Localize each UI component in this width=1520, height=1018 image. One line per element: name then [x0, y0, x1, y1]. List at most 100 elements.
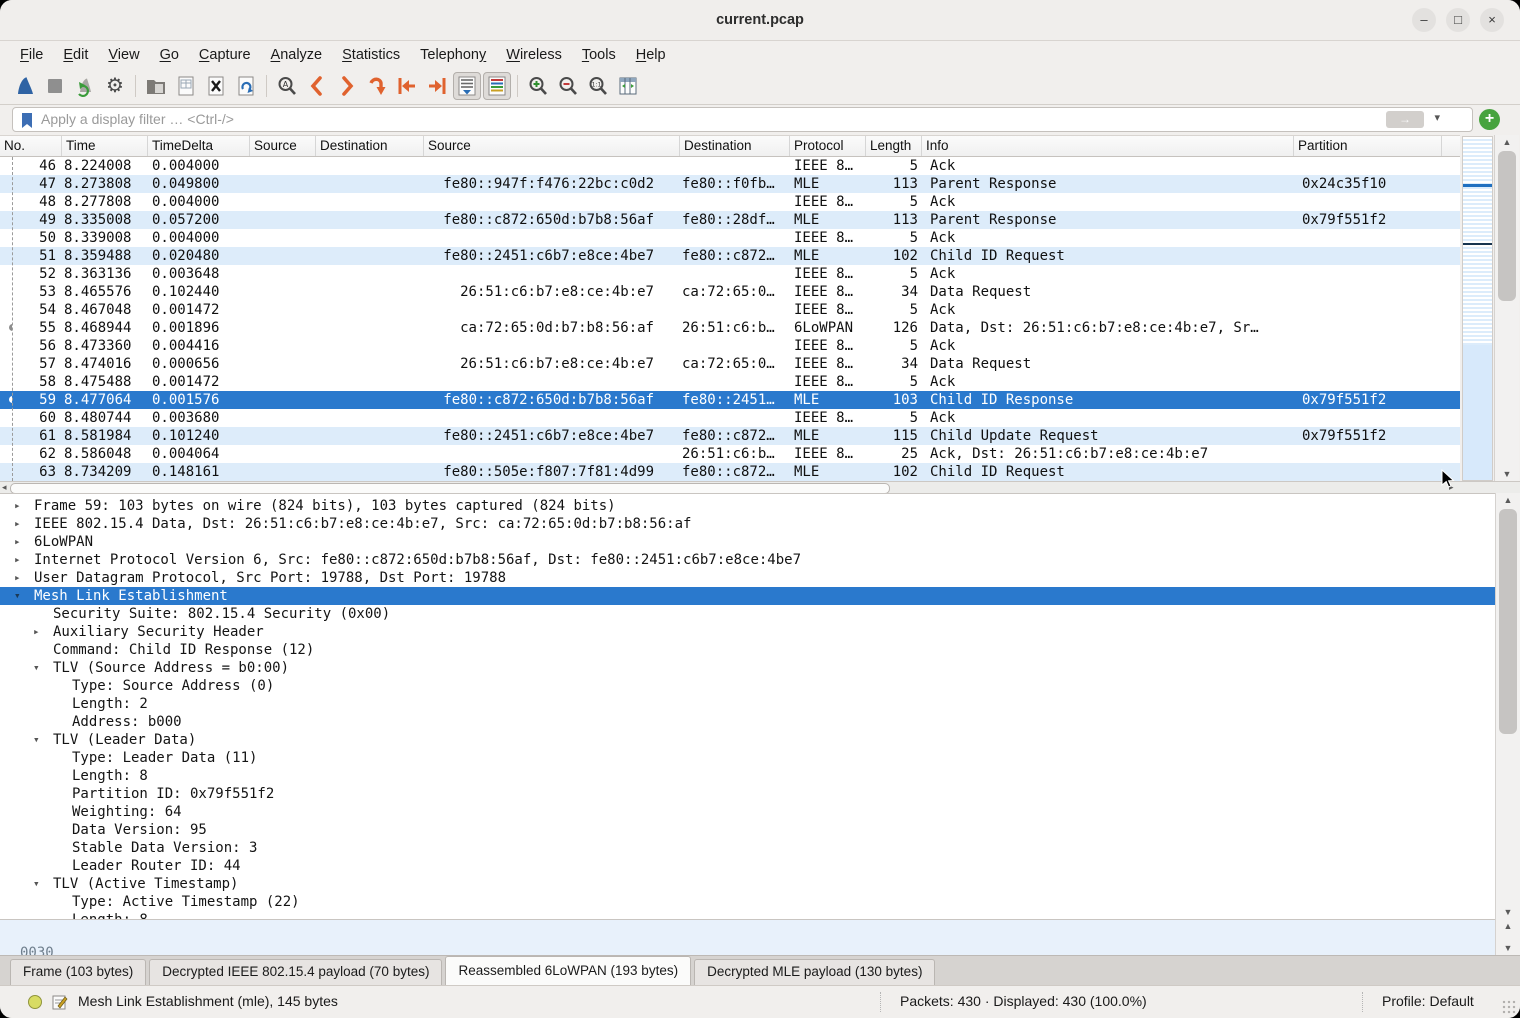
resize-grip[interactable]: [1502, 1000, 1516, 1014]
auto-scroll-icon[interactable]: [453, 72, 481, 100]
column-header-partition[interactable]: Partition: [1294, 136, 1442, 156]
column-header-timedelta[interactable]: TimeDelta: [148, 136, 250, 156]
zoom-in-icon[interactable]: [524, 72, 552, 100]
hex-scrollbar[interactable]: ▲ ▼: [1495, 919, 1520, 955]
expander-open-icon[interactable]: ▾: [33, 659, 40, 677]
menu-help[interactable]: Help: [626, 47, 676, 63]
detail-line[interactable]: Command: Child ID Response (12): [0, 641, 1495, 659]
scrollbar-thumb[interactable]: [1499, 509, 1517, 734]
details-scrollbar[interactable]: ▲ ▼: [1495, 493, 1520, 919]
detail-line[interactable]: Security Suite: 802.15.4 Security (0x00): [0, 605, 1495, 623]
detail-line[interactable]: ▸Auxiliary Security Header: [0, 623, 1495, 641]
packet-row-53[interactable]: 538.4655760.10244026:51:c6:b7:e8:ce:4b:e…: [0, 283, 1460, 301]
detail-line[interactable]: ▸User Datagram Protocol, Src Port: 19788…: [0, 569, 1495, 587]
packet-row-51[interactable]: 518.3594880.020480fe80::2451:c6b7:e8ce:4…: [0, 247, 1460, 265]
byte-view-tab-1[interactable]: Decrypted IEEE 802.15.4 payload (70 byte…: [149, 959, 442, 985]
stop-capture-icon[interactable]: [41, 72, 69, 100]
restart-capture-icon[interactable]: [71, 72, 99, 100]
packet-list-hscrollbar[interactable]: ◂ ▸: [0, 481, 1520, 493]
apply-filter-button[interactable]: →: [1386, 111, 1424, 128]
packet-row-60[interactable]: 608.4807440.003680IEEE 8…5Ack: [0, 409, 1460, 427]
status-profile[interactable]: Profile: Default: [1382, 986, 1474, 1017]
go-forward-icon[interactable]: [333, 72, 361, 100]
expander-open-icon[interactable]: ▾: [33, 875, 40, 893]
expander-closed-icon[interactable]: ▸: [14, 497, 21, 515]
expander-open-icon[interactable]: ▾: [14, 587, 21, 605]
menu-file[interactable]: File: [10, 47, 53, 63]
hex-dump-pane[interactable]: 0030 00 15 0d 00 00 00 00 00 00 00 01 75…: [0, 919, 1495, 955]
display-filter-input[interactable]: Apply a display filter … <Ctrl-/> → ▾: [12, 107, 1473, 132]
colorize-packets-icon[interactable]: [483, 72, 511, 100]
packet-list-header[interactable]: No.TimeTimeDeltaSourceDestinationSourceD…: [0, 135, 1460, 157]
filter-bookmark-icon[interactable]: [20, 112, 34, 129]
packet-row-59[interactable]: 598.4770640.001576fe80::c872:650d:b7b8:5…: [0, 391, 1460, 409]
column-header-destination[interactable]: Destination: [316, 136, 424, 156]
scroll-down-icon[interactable]: ▼: [1496, 941, 1520, 955]
maximize-button[interactable]: □: [1446, 8, 1470, 32]
expander-closed-icon[interactable]: ▸: [14, 569, 21, 587]
close-file-icon[interactable]: [202, 72, 230, 100]
go-back-icon[interactable]: [303, 72, 331, 100]
expander-closed-icon[interactable]: ▸: [14, 515, 21, 533]
detail-line[interactable]: Type: Active Timestamp (22): [0, 893, 1495, 911]
packet-row-57[interactable]: 578.4740160.00065626:51:c6:b7:e8:ce:4b:e…: [0, 355, 1460, 373]
minimize-button[interactable]: –: [1412, 8, 1436, 32]
column-header-info[interactable]: Info: [922, 136, 1294, 156]
menu-capture[interactable]: Capture: [189, 47, 261, 63]
detail-line[interactable]: ▸6LoWPAN: [0, 533, 1495, 551]
packet-row-55[interactable]: 558.4689440.001896ca:72:65:0d:b7:b8:56:a…: [0, 319, 1460, 337]
detail-line[interactable]: ▸Frame 59: 103 bytes on wire (824 bits),…: [0, 497, 1495, 515]
detail-line[interactable]: Weighting: 64: [0, 803, 1495, 821]
packet-row-62[interactable]: 628.5860480.00406426:51:c6:b…IEEE 8…25Ac…: [0, 445, 1460, 463]
zoom-original-icon[interactable]: 1:1: [584, 72, 612, 100]
detail-line[interactable]: ▾TLV (Leader Data): [0, 731, 1495, 749]
byte-view-tab-3[interactable]: Decrypted MLE payload (130 bytes): [694, 959, 935, 985]
expander-closed-icon[interactable]: ▸: [14, 533, 21, 551]
scroll-up-icon[interactable]: ▲: [1496, 493, 1520, 507]
column-header-source[interactable]: Source: [250, 136, 316, 156]
packet-row-46[interactable]: 468.2240080.004000IEEE 8…5Ack: [0, 157, 1460, 175]
packet-list-minimap[interactable]: [1462, 136, 1493, 481]
byte-view-tab-2[interactable]: Reassembled 6LoWPAN (193 bytes): [445, 956, 691, 985]
menu-tools[interactable]: Tools: [572, 47, 626, 63]
close-button[interactable]: ×: [1480, 8, 1504, 32]
packet-row-47[interactable]: 478.2738080.049800fe80::947f:f476:22bc:c…: [0, 175, 1460, 193]
expander-closed-icon[interactable]: ▸: [33, 623, 40, 641]
first-packet-icon[interactable]: [393, 72, 421, 100]
packet-list-scrollbar[interactable]: ▲ ▼: [1494, 135, 1519, 481]
menu-go[interactable]: Go: [150, 47, 189, 63]
detail-line[interactable]: Length: 2: [0, 695, 1495, 713]
detail-line[interactable]: ▾TLV (Active Timestamp): [0, 875, 1495, 893]
zoom-out-icon[interactable]: [554, 72, 582, 100]
packet-row-58[interactable]: 588.4754880.001472IEEE 8…5Ack: [0, 373, 1460, 391]
scrollbar-thumb[interactable]: [1498, 151, 1516, 301]
menu-analyze[interactable]: Analyze: [261, 47, 333, 63]
expander-open-icon[interactable]: ▾: [33, 731, 40, 749]
detail-line[interactable]: Leader Router ID: 44: [0, 857, 1495, 875]
packet-row-49[interactable]: 498.3350080.057200fe80::c872:650d:b7b8:5…: [0, 211, 1460, 229]
expert-info-icon[interactable]: [28, 995, 42, 1009]
packet-row-61[interactable]: 618.5819840.101240fe80::2451:c6b7:e8ce:4…: [0, 427, 1460, 445]
detail-line[interactable]: Stable Data Version: 3: [0, 839, 1495, 857]
scroll-down-icon[interactable]: ▼: [1496, 905, 1520, 919]
detail-line[interactable]: Type: Leader Data (11): [0, 749, 1495, 767]
resize-columns-icon[interactable]: [614, 72, 642, 100]
detail-line[interactable]: Address: b000: [0, 713, 1495, 731]
byte-view-tab-0[interactable]: Frame (103 bytes): [10, 959, 146, 985]
detail-line[interactable]: Length: 8: [0, 767, 1495, 785]
menu-view[interactable]: View: [98, 47, 149, 63]
column-header-no[interactable]: No.: [0, 136, 62, 156]
scroll-up-icon[interactable]: ▲: [1496, 919, 1520, 933]
menu-edit[interactable]: Edit: [53, 47, 98, 63]
detail-line[interactable]: ▾TLV (Source Address = b0:00): [0, 659, 1495, 677]
scroll-down-icon[interactable]: ▼: [1495, 467, 1519, 481]
column-header-source[interactable]: Source: [424, 136, 680, 156]
packet-row-56[interactable]: 568.4733600.004416IEEE 8…5Ack: [0, 337, 1460, 355]
packet-row-54[interactable]: 548.4670480.001472IEEE 8…5Ack: [0, 301, 1460, 319]
save-file-icon[interactable]: [172, 72, 200, 100]
packet-row-63[interactable]: 638.7342090.148161fe80::505e:f807:7f81:4…: [0, 463, 1460, 481]
go-to-packet-icon[interactable]: [363, 72, 391, 100]
filter-dropdown-caret-icon[interactable]: ▾: [1434, 111, 1440, 124]
menu-telephony[interactable]: Telephony: [410, 47, 496, 63]
reload-file-icon[interactable]: [232, 72, 260, 100]
